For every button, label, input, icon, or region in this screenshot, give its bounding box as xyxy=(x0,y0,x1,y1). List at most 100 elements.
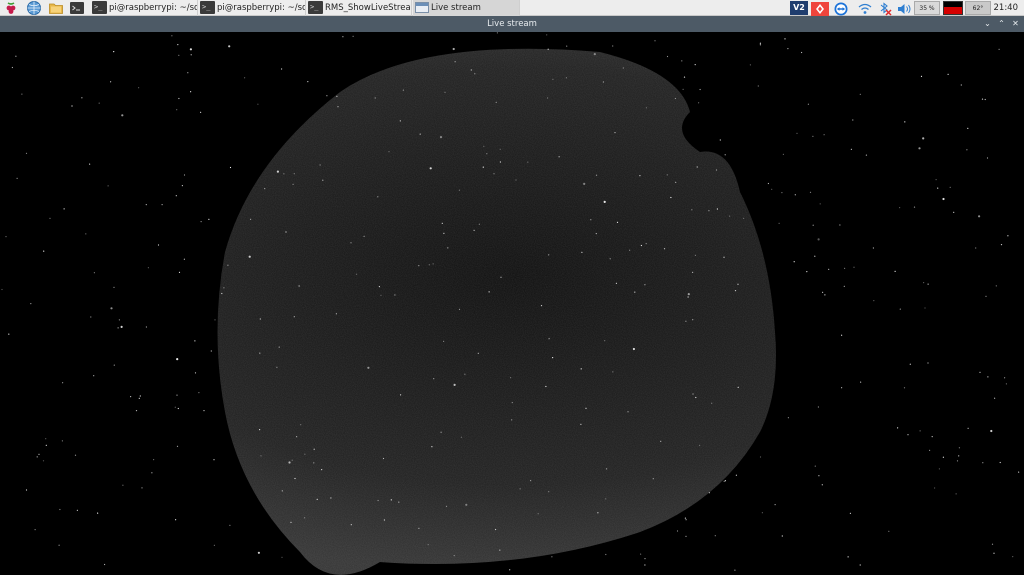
star xyxy=(495,101,497,103)
star xyxy=(640,244,643,247)
cpu-temperature-label: 62° xyxy=(972,5,984,12)
star xyxy=(433,378,435,380)
star xyxy=(819,203,821,205)
star xyxy=(985,295,987,297)
teamviewer-icon[interactable] xyxy=(832,1,850,16)
star xyxy=(304,453,306,455)
star xyxy=(632,347,636,351)
bluetooth-disconnected-icon[interactable] xyxy=(876,1,894,16)
star xyxy=(660,440,662,442)
star xyxy=(606,468,608,470)
star xyxy=(138,397,140,399)
star xyxy=(676,530,679,532)
star xyxy=(711,402,713,404)
night-sky-image xyxy=(0,32,1024,575)
star xyxy=(85,233,87,235)
star xyxy=(695,396,697,399)
star xyxy=(597,512,599,514)
star xyxy=(683,76,686,78)
star xyxy=(460,436,462,438)
star xyxy=(595,174,598,176)
star xyxy=(281,556,283,558)
star xyxy=(644,284,646,286)
star xyxy=(378,286,380,288)
star xyxy=(58,544,60,546)
star xyxy=(540,305,543,307)
star xyxy=(153,459,155,461)
star xyxy=(189,48,192,51)
wifi-icon[interactable] xyxy=(857,1,873,15)
star xyxy=(581,251,583,253)
star xyxy=(171,35,173,37)
star xyxy=(749,64,752,66)
star xyxy=(787,417,790,419)
vnc-label: V2 xyxy=(793,3,805,12)
star xyxy=(824,294,826,296)
star xyxy=(675,181,677,183)
star xyxy=(453,555,455,557)
star xyxy=(743,217,745,219)
star xyxy=(288,461,291,464)
minimize-icon[interactable]: ⌄ xyxy=(983,16,992,32)
star xyxy=(814,255,816,257)
star xyxy=(547,48,549,50)
star xyxy=(787,48,789,50)
star xyxy=(293,173,295,175)
taskbar-item-terminal-2[interactable]: >_ pi@raspberrypi: ~/so... xyxy=(199,0,306,16)
star xyxy=(447,247,449,249)
taskbar-item-terminal-1[interactable]: >_ pi@raspberrypi: ~/so... xyxy=(91,0,198,16)
web-browser-icon[interactable] xyxy=(26,0,44,16)
star xyxy=(682,88,684,90)
star xyxy=(899,308,901,310)
star xyxy=(194,372,197,374)
star xyxy=(398,501,400,503)
star xyxy=(927,362,929,364)
star xyxy=(852,119,854,121)
star xyxy=(355,273,358,275)
star xyxy=(602,81,605,83)
star xyxy=(319,164,321,166)
star xyxy=(335,313,337,315)
star xyxy=(496,32,498,34)
taskbar-item-rms-livestream[interactable]: >_ RMS_ShowLiveStrea... xyxy=(307,0,412,16)
star xyxy=(418,527,420,529)
star xyxy=(500,276,502,278)
terminal-icon[interactable] xyxy=(69,0,87,16)
raspberry-menu-icon[interactable] xyxy=(3,0,21,16)
star xyxy=(174,406,176,408)
star xyxy=(151,472,153,474)
maximize-icon[interactable]: ⌃ xyxy=(997,16,1006,32)
star xyxy=(955,493,957,495)
star xyxy=(499,148,501,150)
star xyxy=(399,120,401,122)
star xyxy=(5,236,7,238)
vnc-server-icon[interactable]: V2 xyxy=(790,1,808,15)
cpu-graph-icon[interactable] xyxy=(943,1,963,15)
clock[interactable]: 21:40 xyxy=(994,0,1019,16)
star xyxy=(681,60,683,62)
file-manager-icon[interactable] xyxy=(48,0,66,16)
star xyxy=(326,95,328,97)
star xyxy=(43,250,45,252)
star xyxy=(548,491,550,493)
star xyxy=(313,462,315,464)
window-titlebar[interactable]: Live stream ⌄ ⌃ ✕ xyxy=(0,16,1024,32)
star xyxy=(488,291,490,293)
star xyxy=(828,268,830,270)
cpu-usage-gauge[interactable]: 35 % xyxy=(914,1,940,15)
star xyxy=(604,340,606,342)
close-icon[interactable]: ✕ xyxy=(1011,16,1020,32)
star xyxy=(138,87,140,89)
volume-icon[interactable] xyxy=(896,1,912,15)
cpu-temperature-gauge[interactable]: 62° xyxy=(965,1,991,15)
star xyxy=(25,152,28,154)
star xyxy=(276,366,278,368)
anydesk-icon[interactable] xyxy=(811,1,829,16)
star xyxy=(699,444,701,446)
star xyxy=(991,543,994,545)
star xyxy=(684,517,687,519)
star xyxy=(59,508,61,511)
taskbar-item-live-stream[interactable]: Live stream xyxy=(413,0,520,16)
star xyxy=(530,480,532,482)
star xyxy=(244,77,246,79)
